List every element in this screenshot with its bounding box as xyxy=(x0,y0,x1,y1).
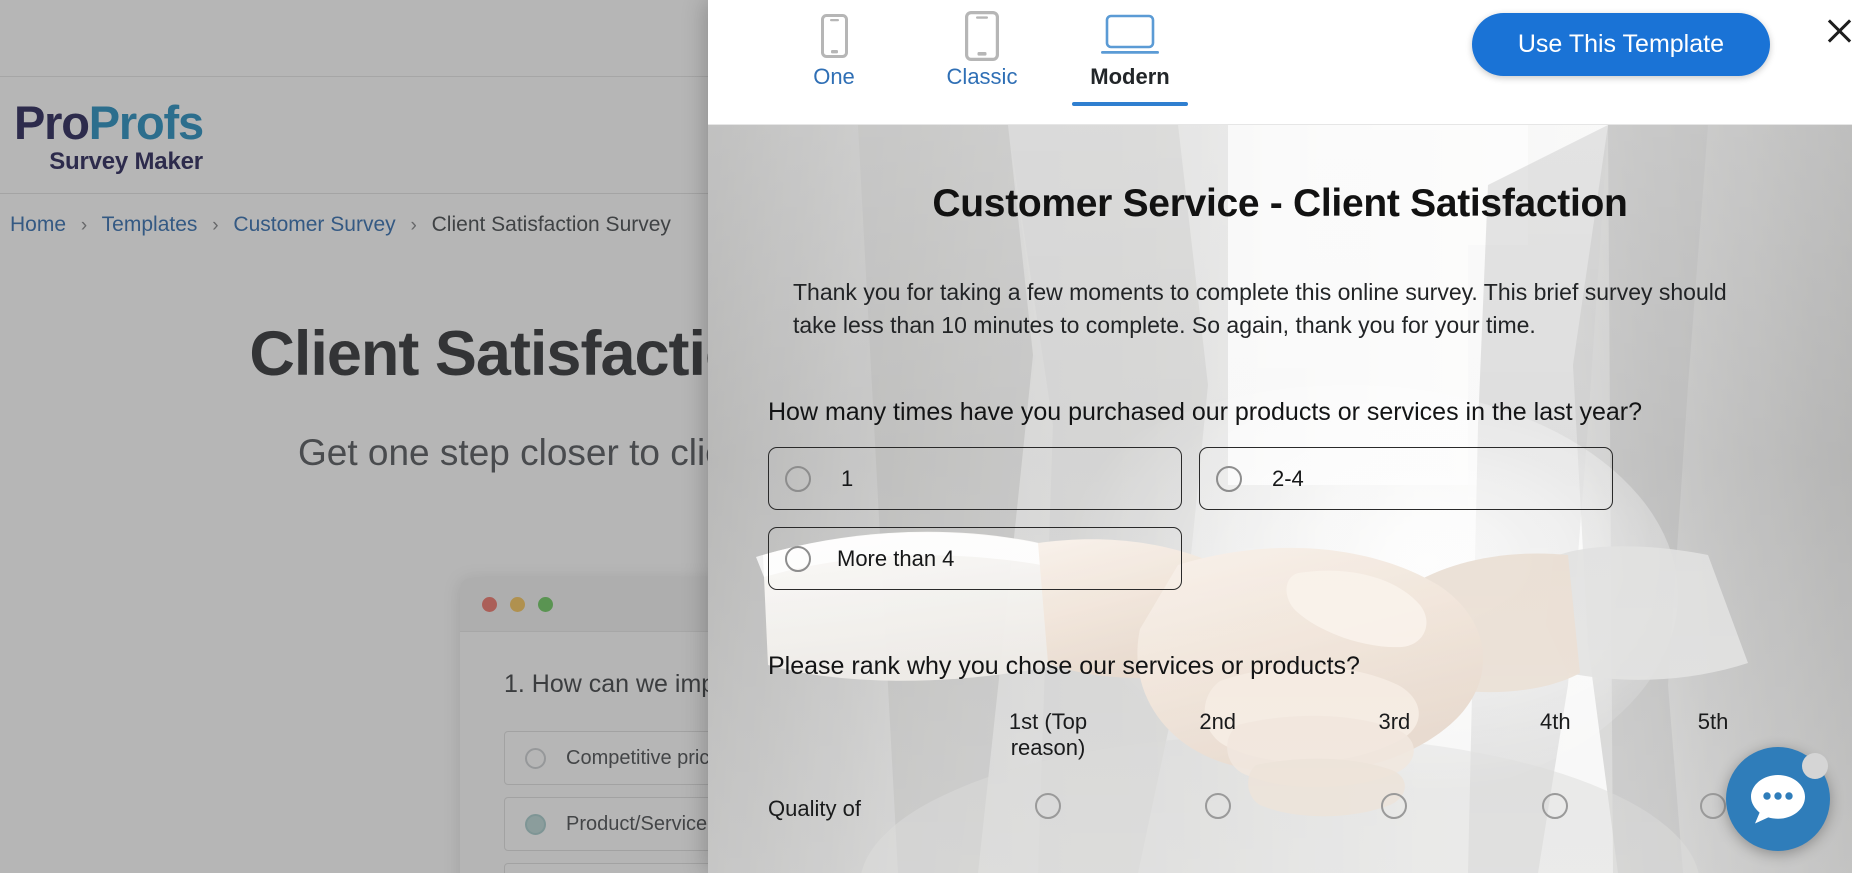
radio-icon[interactable] xyxy=(1216,465,1242,492)
rank-cell[interactable] xyxy=(1123,779,1312,824)
rank-row-label: Quality of xyxy=(768,795,861,821)
window-minimize-dot-icon xyxy=(510,597,525,612)
tab-underline xyxy=(1072,102,1188,106)
breadcrumb-item-home[interactable]: Home xyxy=(10,213,66,236)
rank-cell[interactable] xyxy=(1476,779,1634,824)
device-tab-modern[interactable]: Modern xyxy=(1056,0,1204,106)
option-label: 2-4 xyxy=(1272,465,1304,491)
option-1[interactable]: 1 xyxy=(768,447,1182,511)
window-maximize-dot-icon xyxy=(538,597,553,612)
radio-icon[interactable] xyxy=(1700,793,1727,820)
use-this-template-button[interactable]: Use This Template xyxy=(1471,13,1770,76)
logo-profs-text: Profs xyxy=(88,96,204,149)
breadcrumb-item-current: Client Satisfaction Survey xyxy=(431,213,671,236)
option-more-than-4[interactable]: More than 4 xyxy=(768,527,1182,591)
mobile-phone-icon xyxy=(760,8,908,64)
proprofs-logo[interactable]: ProProfs Survey Maker xyxy=(14,96,204,175)
option-2-4[interactable]: 2-4 xyxy=(1199,447,1613,511)
template-preview-modal: One Classic Modern Use This Template Cus… xyxy=(708,0,1852,873)
laptop-icon xyxy=(1056,8,1204,64)
tab-underline xyxy=(776,102,892,106)
table-row: Quality of xyxy=(768,779,1792,824)
survey-intro-text: Thank you for taking a few moments to co… xyxy=(793,279,1727,338)
rank-matrix-table: 1st (Top reason) 2nd 3rd 4th 5th Quality… xyxy=(768,709,1792,824)
option-label: 1 xyxy=(841,465,854,491)
modal-header: One Classic Modern Use This Template xyxy=(708,0,1852,125)
breadcrumb-item-templates[interactable]: Templates xyxy=(102,213,198,236)
survey-title: Customer Service - Client Satisfaction xyxy=(932,182,1628,225)
app-root: ProProfs Survey Maker Home › Templates ›… xyxy=(0,0,1852,873)
rank-cell[interactable] xyxy=(973,779,1123,824)
radio-icon[interactable] xyxy=(785,465,811,492)
device-tab-label: Classic xyxy=(946,64,1018,89)
rank-column-3rd: 3rd xyxy=(1378,709,1411,735)
breadcrumb-item-customer-survey[interactable]: Customer Survey xyxy=(233,213,395,236)
survey-preview-stage: Customer Service - Client Satisfaction T… xyxy=(708,125,1852,873)
device-tab-label: One xyxy=(813,64,855,89)
radio-icon[interactable] xyxy=(1204,793,1231,820)
radio-icon[interactable] xyxy=(785,545,811,572)
rank-cell[interactable] xyxy=(1312,779,1476,824)
logo-subtitle: Survey Maker xyxy=(49,148,203,175)
radio-icon[interactable] xyxy=(1035,793,1061,820)
rank-rowhead-blank xyxy=(768,709,973,779)
live-chat-button[interactable] xyxy=(1726,747,1830,851)
survey-content: Customer Service - Client Satisfaction T… xyxy=(708,125,1852,824)
question-text: Please rank why you chose our services o… xyxy=(768,652,1360,681)
breadcrumb-separator-icon: › xyxy=(212,215,219,236)
radio-icon[interactable] xyxy=(1381,793,1408,820)
chat-badge-dot xyxy=(1802,753,1828,779)
rank-column-4th: 4th xyxy=(1539,709,1571,735)
option-label: More than 4 xyxy=(837,545,955,571)
rank-column-2nd: 2nd xyxy=(1199,709,1237,735)
radio-icon[interactable] xyxy=(1542,793,1569,820)
device-tab-one[interactable]: One xyxy=(760,0,908,106)
device-tab-label: Modern xyxy=(1090,64,1170,89)
radio-icon[interactable] xyxy=(525,813,546,835)
question-rank-reasons: Please rank why you chose our services o… xyxy=(768,652,1792,824)
device-tab-classic[interactable]: Classic xyxy=(908,0,1056,106)
question-purchase-frequency: How many times have you purchased our pr… xyxy=(768,398,1792,591)
breadcrumb-separator-icon: › xyxy=(80,215,88,236)
logo-wordmark: ProProfs xyxy=(14,96,204,149)
question-options: 1 2-4 More than 4 xyxy=(768,447,1792,591)
breadcrumb-separator-icon: › xyxy=(410,215,417,236)
window-close-dot-icon xyxy=(482,597,497,612)
question-text: How many times have you purchased our pr… xyxy=(768,398,1643,427)
tablet-icon xyxy=(908,8,1056,64)
logo-pro-text: Pro xyxy=(14,96,90,149)
breadcrumb: Home › Templates › Customer Survey › Cli… xyxy=(10,213,671,237)
close-icon[interactable] xyxy=(1822,14,1852,48)
tab-underline xyxy=(924,102,1040,106)
table-header-row: 1st (Top reason) 2nd 3rd 4th 5th xyxy=(768,709,1792,779)
rank-column-1st: 1st (Top reason) xyxy=(1008,709,1088,761)
radio-icon[interactable] xyxy=(525,747,546,769)
device-preview-tabs: One Classic Modern xyxy=(760,0,1204,106)
chat-bubble-icon xyxy=(1751,775,1805,824)
